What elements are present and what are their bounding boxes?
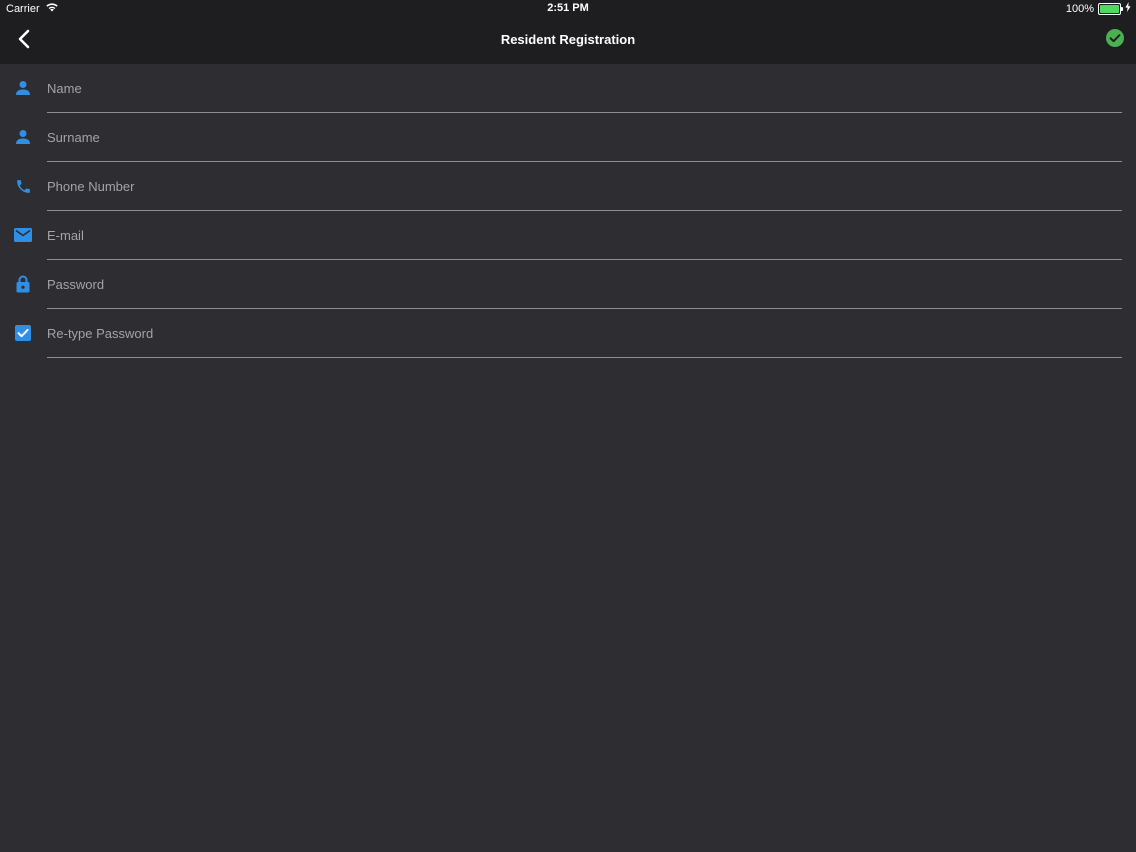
page-title: Resident Registration [500, 32, 636, 47]
status-bar: Carrier 2:51 PM 100% [0, 0, 1136, 18]
battery-percent: 100% [1065, 2, 1094, 15]
retype-password-input[interactable] [46, 321, 1122, 345]
phone-input[interactable] [46, 174, 1122, 198]
name-input[interactable] [46, 76, 1122, 100]
phone-icon [13, 176, 33, 196]
registration-screen: Carrier 2:51 PM 100% Resident Registrati… [0, 0, 1136, 852]
email-input[interactable] [46, 223, 1122, 247]
confirm-button[interactable] [1104, 28, 1126, 52]
battery-fill [1100, 4, 1119, 13]
registration-form [0, 64, 1136, 358]
checkbox-icon [13, 323, 33, 343]
battery-cap [1121, 6, 1123, 11]
battery-icon [1098, 2, 1123, 15]
email-field-row [0, 211, 1136, 260]
mail-icon [13, 225, 33, 245]
charging-icon [1125, 2, 1131, 15]
password-input[interactable] [46, 272, 1122, 296]
nav-bar: Resident Registration [0, 18, 1136, 64]
name-field-row [0, 64, 1136, 113]
password-field-row [0, 260, 1136, 309]
lock-icon [13, 274, 33, 294]
status-time: 2:51 PM [547, 2, 589, 14]
field-divider [47, 357, 1122, 358]
surname-input[interactable] [46, 125, 1122, 149]
phone-field-row [0, 162, 1136, 211]
retype-password-field-row [0, 309, 1136, 358]
surname-field-row [0, 113, 1136, 162]
person-icon [13, 78, 33, 98]
status-right: 100% [1066, 2, 1131, 15]
person-icon [13, 127, 33, 147]
check-circle-icon [1106, 28, 1124, 52]
